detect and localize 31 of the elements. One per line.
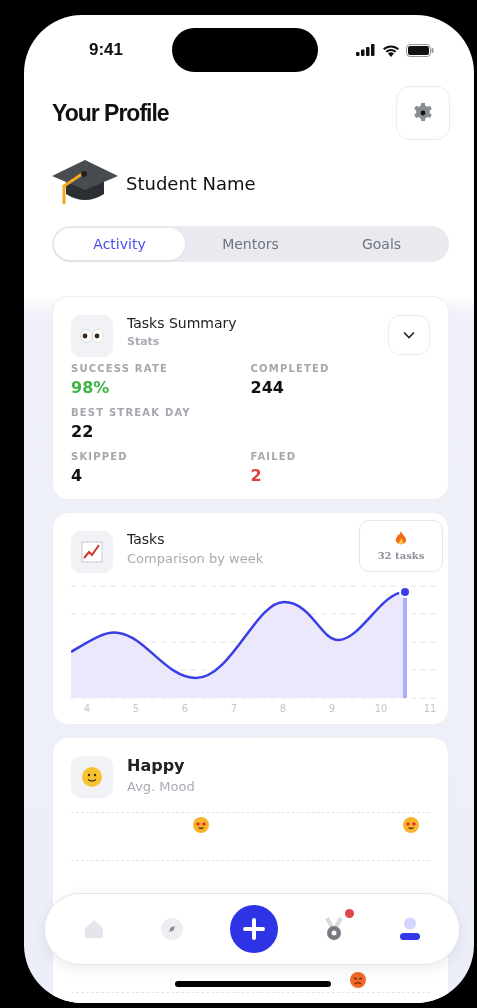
stat-label: SUCCESS RATE: [71, 363, 169, 374]
axis-label: 11: [422, 703, 438, 714]
stat-value: 4: [71, 466, 84, 485]
stat-label: COMPLETED: [250, 363, 331, 374]
axis-label: 6: [180, 703, 190, 714]
card-title: Happy: [127, 756, 186, 775]
stat-value: 2: [250, 466, 263, 485]
stat-value: 98%: [71, 378, 111, 397]
student-name: Student Name: [126, 172, 256, 194]
card-subtitle: Avg. Mood: [127, 779, 196, 794]
stat-label: BEST STREAK DAY: [71, 407, 192, 418]
axis-label: 9: [327, 703, 337, 714]
card-subtitle: Comparison by week: [127, 551, 264, 566]
page-title: Your Profile: [52, 99, 169, 127]
card-title: Tasks Summary: [127, 315, 238, 331]
status-time: 9:41: [89, 40, 124, 60]
tab[interactable]: Activity: [54, 228, 185, 260]
tooltip-text: 32 tasks: [377, 550, 425, 561]
axis-label: 10: [373, 703, 389, 714]
axis-label: 8: [278, 703, 288, 714]
card-subtitle: Stats: [127, 335, 161, 348]
axis-label: 7: [229, 703, 239, 714]
stat-label: FAILED: [250, 451, 298, 462]
axis-label: 4: [82, 703, 92, 714]
axis-label: 5: [131, 703, 141, 714]
stat-value: 244: [250, 378, 285, 397]
tab[interactable]: Mentors: [185, 228, 316, 260]
stat-label: SKIPPED: [71, 451, 129, 462]
card-title: Tasks: [127, 531, 166, 547]
stat-value: 22: [71, 422, 95, 441]
tab[interactable]: Goals: [316, 228, 447, 260]
